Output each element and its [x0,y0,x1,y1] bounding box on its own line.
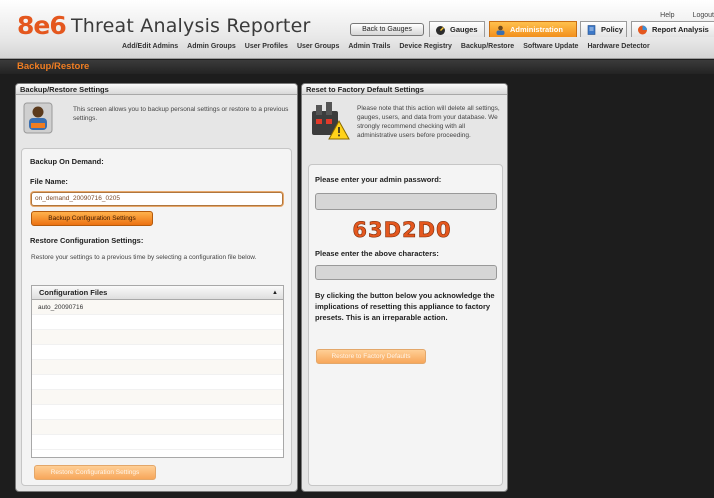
subnav-admin-trails[interactable]: Admin Trails [348,43,390,50]
table-row [32,435,283,450]
configuration-files-header[interactable]: Configuration Files ▲ [32,286,283,300]
backup-restore-panel: Backup/Restore Settings This screen allo… [15,83,298,492]
admin-icon [496,25,505,35]
help-link[interactable]: Help [660,12,674,19]
configuration-files-header-label: Configuration Files [39,288,108,297]
subnav-admin-groups[interactable]: Admin Groups [187,43,236,50]
back-to-gauges-button[interactable]: Back to Gauges [350,23,424,36]
gauge-icon [436,26,445,35]
tab-administration[interactable]: Administration [489,21,577,37]
table-row [32,420,283,435]
brand-logo: 8e6 [17,11,67,40]
config-file-name: auto_20090716 [38,304,84,311]
subnav-software-update[interactable]: Software Update [523,43,578,50]
file-name-input[interactable]: on_demand_20090716_0205 [31,192,283,206]
report-analysis-icon [638,25,647,35]
admin-password-label: Please enter your admin password: [315,175,442,184]
top-links: Help Logout [660,12,714,19]
restore-factory-defaults-button[interactable]: Restore to Factory Defaults [316,349,426,364]
subnav-device-registry[interactable]: Device Registry [399,43,452,50]
factory-inner-box: Please enter your admin password: Please… [308,164,503,486]
admin-subnav: Add/Edit Admins Admin Groups User Profil… [122,43,650,50]
tab-policy-label: Policy [601,25,624,34]
tab-report-analysis-label: Report Analysis [652,25,709,34]
sort-ascending-icon[interactable]: ▲ [272,286,278,300]
tab-administration-label: Administration [510,25,563,34]
configuration-files-table: Configuration Files ▲ auto_20090716 [31,285,284,458]
app-header: 8e6 Threat Analysis Reporter Help Logout… [0,0,714,59]
table-row [32,405,283,420]
tab-policy[interactable]: Policy [580,21,627,37]
subnav-hardware-detector[interactable]: Hardware Detector [587,43,649,50]
captcha-label: Please enter the above characters: [315,249,439,258]
acknowledge-text: By clicking the button below you acknowl… [315,291,495,322]
subnav-backup-restore[interactable]: Backup/Restore [461,43,514,50]
configuration-files-rows: auto_20090716 [32,300,283,450]
restore-configuration-button[interactable]: Restore Configuration Settings [34,465,156,480]
table-row[interactable]: auto_20090716 [32,300,283,315]
tab-gauges-label: Gauges [450,25,478,34]
captcha-image: 63D2D0 [343,216,461,244]
table-row [32,345,283,360]
factory-panel-header: Reset to Factory Default Settings [302,84,507,95]
subnav-user-groups[interactable]: User Groups [297,43,339,50]
tab-report-analysis[interactable]: Report Analysis [631,21,714,37]
table-row [32,390,283,405]
app-title: Threat Analysis Reporter [71,15,311,37]
page-title: Backup/Restore [17,61,90,72]
backup-user-icon [23,102,53,134]
restore-configuration-label: Restore Configuration Settings: [30,236,144,245]
captcha-input[interactable] [315,265,497,280]
subnav-user-profiles[interactable]: User Profiles [245,43,288,50]
factory-intro-text: Please note that this action will delete… [357,105,500,139]
subnav-add-edit-admins[interactable]: Add/Edit Admins [122,43,178,50]
table-row [32,315,283,330]
tab-gauges[interactable]: Gauges [429,21,485,37]
factory-warning-icon [312,102,350,140]
backup-on-demand-label: Backup On Demand: [30,157,104,166]
page-title-bar: Backup/Restore [0,60,714,74]
policy-icon [587,25,596,35]
table-row [32,330,283,345]
factory-reset-panel: Reset to Factory Default Settings Please… [301,83,508,492]
table-row [32,360,283,375]
captcha-text: 63D2D0 [352,218,451,242]
file-name-label: File Name: [30,177,68,186]
table-row [32,375,283,390]
backup-configuration-button[interactable]: Backup Configuration Settings [31,211,153,226]
logout-link[interactable]: Logout [693,12,714,19]
restore-description: Restore your settings to a previous time… [31,254,257,261]
backup-inner-box: Backup On Demand: File Name: on_demand_2… [21,148,292,486]
admin-password-input[interactable] [315,193,497,210]
backup-panel-header: Backup/Restore Settings [16,84,297,95]
backup-intro-text: This screen allows you to backup persona… [73,106,289,122]
